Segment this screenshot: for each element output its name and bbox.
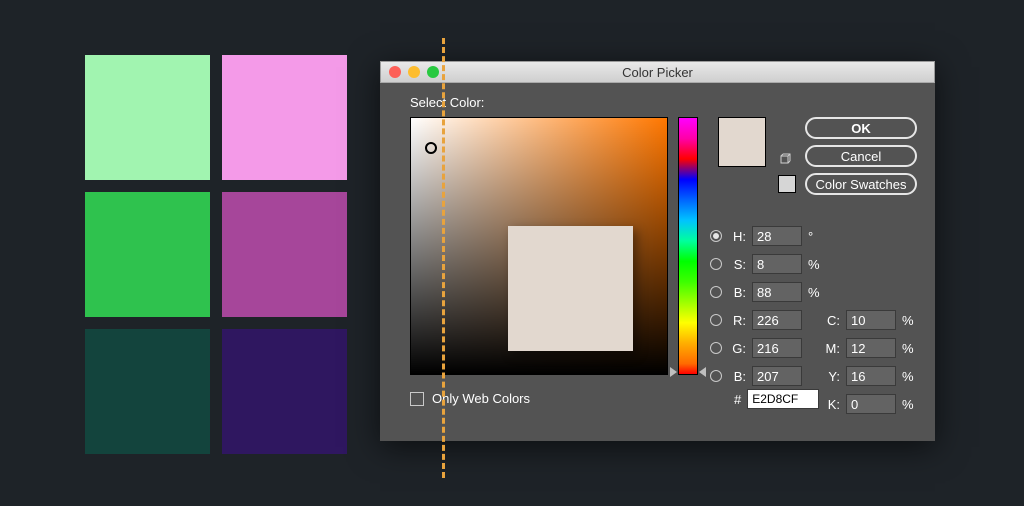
window-controls[interactable] [389,66,439,78]
input-bb[interactable] [752,366,802,386]
input-m[interactable] [846,338,896,358]
swatch-6 [222,329,347,454]
swatch-5 [85,329,210,454]
input-s[interactable] [752,254,802,274]
maximize-icon[interactable] [427,66,439,78]
input-h[interactable] [752,226,802,246]
web-colors-checkbox[interactable] [410,392,424,406]
radio-bb[interactable] [710,370,722,382]
unit-h: ° [808,229,822,244]
unit-k: % [902,397,916,412]
cancel-button[interactable]: Cancel [805,145,917,167]
close-icon[interactable] [389,66,401,78]
hue-slider[interactable] [678,117,698,375]
select-color-label: Select Color: [410,95,917,110]
label-bb: B: [728,369,746,384]
unit-s: % [808,257,822,272]
swatch-3 [85,192,210,317]
hsb-rgb-fields: H: ° S: % B: % R: [710,225,822,387]
input-k[interactable] [846,394,896,414]
large-preview-swatch [508,226,633,351]
web-colors-label: Only Web Colors [432,391,530,406]
input-b[interactable] [752,282,802,302]
hue-handle-right-icon[interactable] [699,367,706,377]
input-g[interactable] [752,338,802,358]
alt-color-swatch[interactable] [778,175,796,193]
color-field-marker[interactable] [425,142,437,154]
radio-g[interactable] [710,342,722,354]
color-swatches-button[interactable]: Color Swatches [805,173,917,195]
minimize-icon[interactable] [408,66,420,78]
swatch-1 [85,55,210,180]
color-picker-dialog: Color Picker Select Color: OK Cancel Col… [380,61,935,441]
input-r[interactable] [752,310,802,330]
web-colors-row: Only Web Colors [410,391,530,406]
palette-grid [85,55,347,454]
label-b: B: [728,285,746,300]
color-field[interactable] [410,117,668,375]
hex-prefix: # [734,392,741,407]
dialog-title: Color Picker [622,65,693,80]
unit-b: % [808,285,822,300]
current-color-swatch [718,117,766,167]
label-y: Y: [822,369,840,384]
label-r: R: [728,313,746,328]
radio-b[interactable] [710,286,722,298]
radio-s[interactable] [710,258,722,270]
dialog-body: Select Color: OK Cancel Color Swatches H… [380,83,935,441]
hex-input[interactable] [747,389,819,409]
input-y[interactable] [846,366,896,386]
swatch-2 [222,55,347,180]
hex-row: # [710,389,819,409]
dialog-titlebar[interactable]: Color Picker [380,61,935,83]
unit-y: % [902,369,916,384]
input-c[interactable] [846,310,896,330]
label-s: S: [728,257,746,272]
label-k: K: [822,397,840,412]
unit-c: % [902,313,916,328]
unit-m: % [902,341,916,356]
label-c: C: [822,313,840,328]
label-h: H: [728,229,746,244]
cube-icon[interactable] [778,153,792,167]
radio-h[interactable] [710,230,722,242]
cmyk-fields: C: % M: % Y: % K: % [822,309,916,415]
divider-line [442,38,445,478]
ok-button[interactable]: OK [805,117,917,139]
swatch-4 [222,192,347,317]
hue-handle-left-icon[interactable] [670,367,677,377]
radio-r[interactable] [710,314,722,326]
label-m: M: [822,341,840,356]
label-g: G: [728,341,746,356]
